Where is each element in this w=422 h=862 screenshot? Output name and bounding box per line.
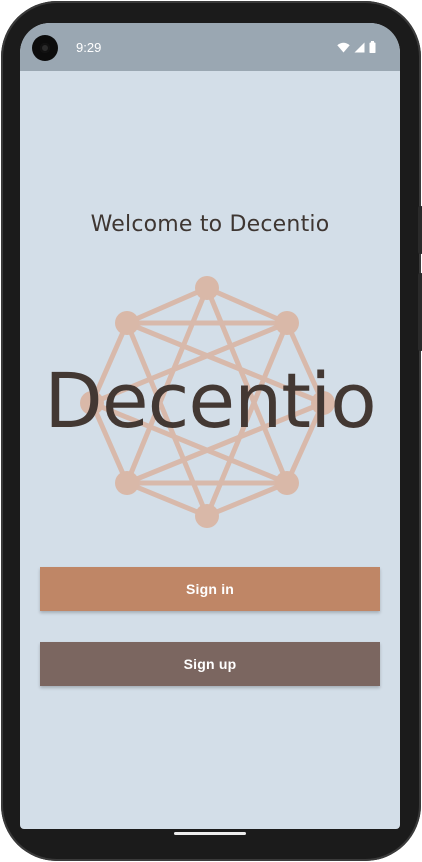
volume-button bbox=[418, 273, 422, 351]
logo-wordmark: Decentio bbox=[44, 356, 376, 445]
sign-up-button[interactable]: Sign up bbox=[40, 642, 380, 686]
battery-icon bbox=[369, 41, 376, 53]
status-time: 9:29 bbox=[76, 40, 102, 55]
app-logo: Decentio bbox=[20, 268, 400, 528]
app-screen: 9:29 Welcome to Decentio Decentio Sign i… bbox=[20, 23, 400, 829]
wifi-icon bbox=[337, 42, 350, 52]
cellular-signal-icon bbox=[354, 42, 365, 52]
welcome-title: Welcome to Decentio bbox=[90, 212, 330, 237]
front-camera bbox=[32, 35, 58, 61]
home-indicator[interactable] bbox=[174, 832, 246, 835]
power-button bbox=[418, 206, 422, 254]
status-bar: 9:29 bbox=[20, 23, 400, 71]
phone-frame: 9:29 Welcome to Decentio Decentio Sign i… bbox=[1, 1, 422, 861]
sign-in-button[interactable]: Sign in bbox=[40, 567, 380, 611]
status-icons bbox=[337, 41, 376, 53]
